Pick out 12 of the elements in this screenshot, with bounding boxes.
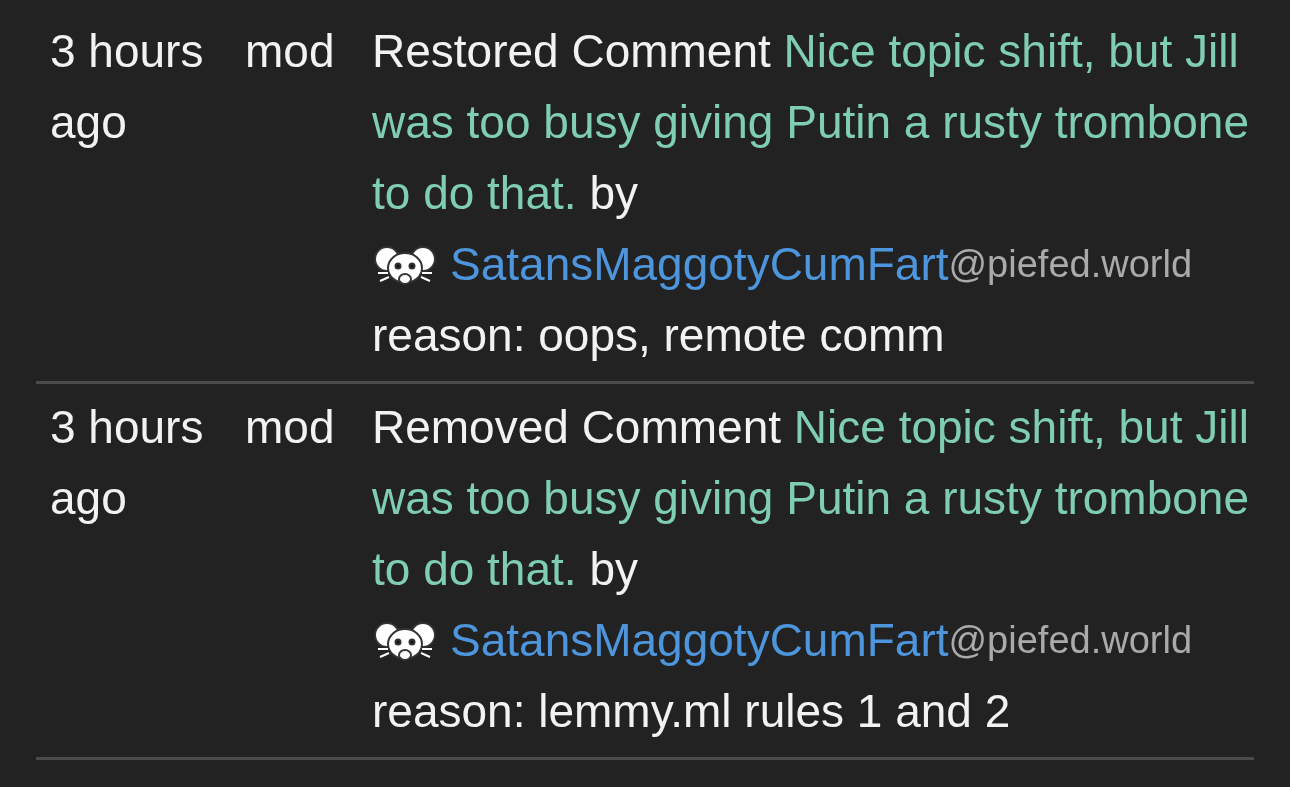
user-link[interactable]: SatansMaggotyCumFart — [450, 229, 949, 300]
user-link[interactable]: SatansMaggotyCumFart — [450, 605, 949, 676]
log-description: Restored Comment Nice topic shift, but Jill was too busy giving Putin a rusty trombone to do that. by — [372, 24, 1250, 221]
log-description: Removed Comment Nice topic shift, but Jill was too busy giving Putin a rusty trombone to do that. by — [372, 400, 1250, 597]
reason-text: reason: lemmy.ml rules 1 and 2 — [372, 684, 1012, 739]
instance-label: @piefed.world — [948, 618, 1193, 661]
time-label: 3 hours ago — [50, 400, 205, 526]
actor-label: mod — [245, 400, 336, 455]
reason-text: reason: oops, remote comm — [372, 308, 946, 363]
time-label: 3 hours ago — [50, 24, 205, 150]
actor-label: mod — [245, 24, 336, 79]
instance-label: @piefed.world — [948, 242, 1193, 285]
